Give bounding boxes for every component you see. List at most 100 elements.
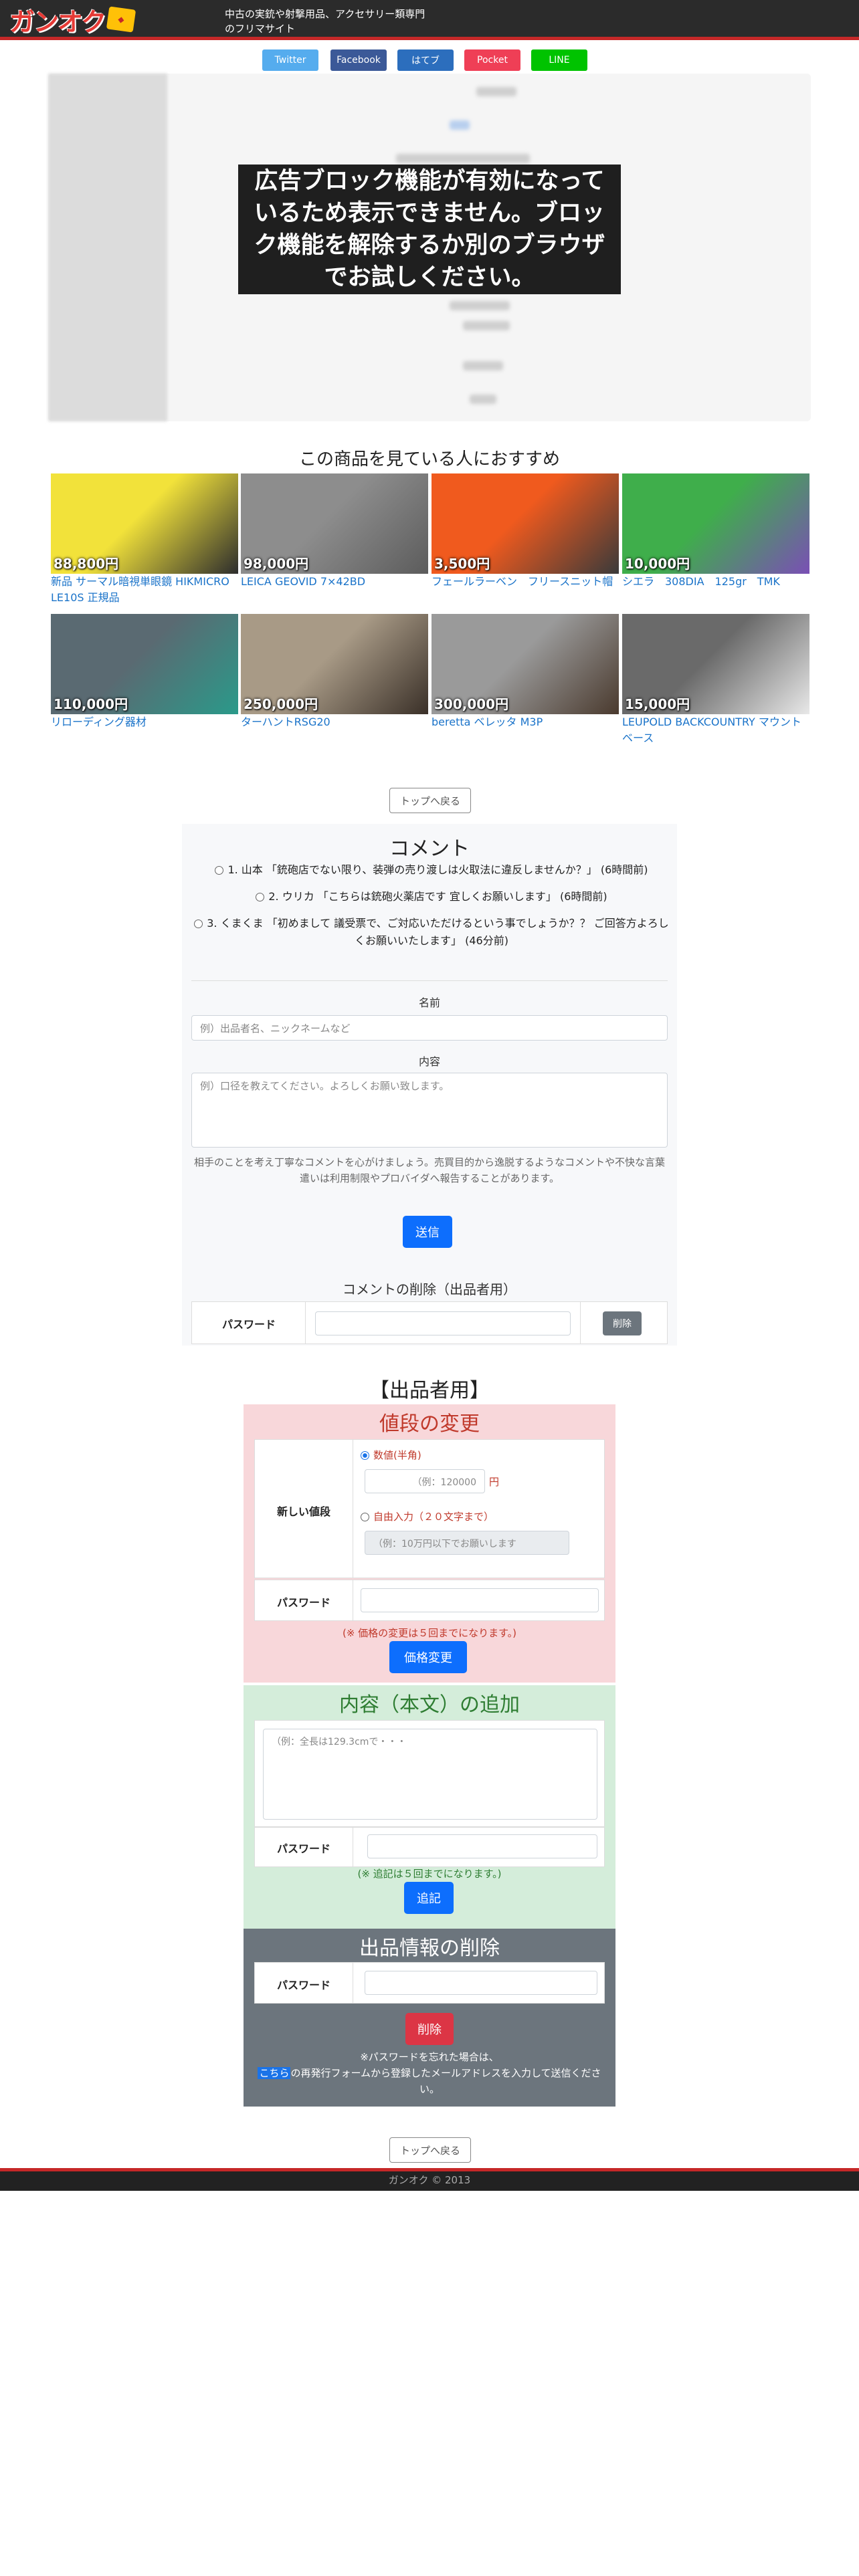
recommend-item[interactable]: 110,000円リローディング器材	[51, 614, 238, 730]
radio-icon[interactable]	[256, 893, 265, 901]
logo-text: ガンオク	[9, 7, 106, 37]
recommend-name-link[interactable]: フェールラーベン フリースニット帽	[432, 574, 619, 590]
recommend-price: 110,000円	[54, 696, 128, 712]
recommend-name-link[interactable]: 新品 サーマル暗視単眼鏡 HIKMICRO LE10S 正規品	[51, 574, 238, 606]
recommend-image[interactable]: 88,800円	[51, 473, 238, 574]
share-button-3[interactable]: Pocket	[464, 49, 520, 71]
comment-password-input[interactable]	[315, 1311, 571, 1335]
recommend-image[interactable]: 98,000円	[241, 473, 428, 574]
append-textarea[interactable]: （例：全長は129.3cmで・・・	[263, 1729, 597, 1820]
adblock-notice: 広告ブロック機能が有効になっているため表示できません。ブロック機能を解除するか別…	[238, 165, 621, 294]
free-price-input[interactable]: （例：10万円以下でお願いします	[365, 1531, 569, 1555]
share-button-0[interactable]: Twitter	[262, 49, 318, 71]
password-label: パスワード	[276, 1842, 330, 1855]
back-to-top-button[interactable]: トップへ戻る	[389, 788, 471, 813]
detail-value	[463, 321, 510, 330]
recommend-image[interactable]: 300,000円	[432, 614, 619, 714]
site-logo[interactable]: ガンオク ◆	[9, 4, 136, 37]
recommend-price: 88,800円	[54, 556, 119, 572]
share-button-1[interactable]: Facebook	[330, 49, 387, 71]
radio-icon[interactable]	[361, 1513, 369, 1521]
site-tagline: 中古の実銃や射撃用品、アクセサリー類専門のフリマサイト	[225, 8, 425, 35]
delete-listing-button[interactable]: 削除	[405, 2013, 454, 2045]
recommend-title: この商品を見ている人におすすめ	[298, 449, 560, 469]
recommend-image[interactable]: 10,000円	[622, 473, 809, 574]
content-label: 内容	[418, 1055, 440, 1068]
detail-value	[470, 395, 496, 404]
comment-title: コメント	[389, 837, 470, 861]
recommend-item[interactable]: 3,500円 フェールラーベン フリースニット帽	[432, 473, 619, 590]
delete-comment-button[interactable]: 削除	[603, 1311, 642, 1335]
recommend-name-link[interactable]: LEUPOLD BACKCOUNTRY マウントベース	[622, 714, 809, 746]
recommend-image[interactable]: 15,000円	[622, 614, 809, 714]
divider	[191, 980, 668, 981]
price-change-panel: 値段の変更 新しい値段 数値(半角) （例：120000 円 自由入力（２０文字…	[244, 1404, 615, 1683]
detail-value	[450, 120, 470, 130]
password-label: パスワード	[276, 1979, 330, 1992]
share-button-2[interactable]: はてブ	[397, 49, 454, 71]
recommend-name-link[interactable]: LEICA GEOVID 7×42BD	[241, 574, 428, 590]
append-panel: 内容（本文）の追加 （例：全長は129.3cmで・・・ パスワード (※ 追記は…	[244, 1685, 615, 1929]
seller-title: 【出品者用】	[369, 1379, 490, 1402]
append-password-input[interactable]	[367, 1834, 597, 1858]
price-change-button[interactable]: 価格変更	[389, 1641, 467, 1673]
recommend-name-link[interactable]: リローディング器材	[51, 714, 238, 730]
recommend-name-link[interactable]: ターハントRSG20	[241, 714, 428, 730]
password-label: パスワード	[221, 1318, 276, 1331]
name-label: 名前	[418, 996, 440, 1009]
yen-unit: 円	[489, 1476, 500, 1488]
recommend-image[interactable]: 110,000円	[51, 614, 238, 714]
comment-note: 相手のことを考え丁寧なコメントを心がけましょう。売買目的から逸脱するようなコメン…	[193, 1156, 666, 1184]
name-input[interactable]: 例）出品者名、ニックネームなど	[191, 1015, 668, 1041]
radio-icon[interactable]	[215, 866, 224, 875]
delete-comment-title: コメントの削除（出品者用）	[343, 1281, 516, 1297]
append-title: 内容（本文）の追加	[339, 1693, 520, 1717]
recommend-item[interactable]: 10,000円シエラ 308DIA 125gr TMK	[622, 473, 809, 590]
recommend-image[interactable]: 3,500円	[432, 473, 619, 574]
share-button-4[interactable]: LINE	[531, 49, 587, 71]
recommend-name-link[interactable]: シエラ 308DIA 125gr TMK	[622, 574, 809, 590]
radio-selected-icon[interactable]	[361, 1451, 369, 1460]
recommend-item[interactable]: 250,000円ターハントRSG20	[241, 614, 428, 730]
submit-comment-button[interactable]: 送信	[403, 1216, 452, 1248]
comment-item[interactable]: 3. くまくま 「初めまして 議受票で、ご対応いただけるという事でしょうか？？ …	[194, 915, 669, 950]
reissue-link[interactable]: こちら	[258, 2067, 291, 2079]
numeric-price-input[interactable]: （例：120000	[365, 1469, 485, 1493]
recommend-price: 15,000円	[625, 696, 690, 712]
delete-password-input[interactable]	[365, 1971, 597, 1995]
recommend-name-link[interactable]: beretta ベレッタ M3P	[432, 714, 619, 730]
price-change-note: (※ 価格の変更は５回までになります。)	[342, 1627, 517, 1639]
recommend-price: 10,000円	[625, 556, 690, 572]
delete-listing-note: ※パスワードを忘れた場合は、 こちら の再発行フォームから登録したメールアドレスを…	[258, 2051, 601, 2095]
numeric-option[interactable]: 数値(半角)	[361, 1448, 421, 1462]
recommend-item[interactable]: 98,000円 LEICA GEOVID 7×42BD	[241, 473, 428, 590]
site-header: ガンオク ◆ 中古の実銃や射撃用品、アクセサリー類専門のフリマサイト	[0, 0, 859, 40]
recommend-image[interactable]: 250,000円	[241, 614, 428, 714]
detail-value	[476, 87, 516, 96]
price-password-input[interactable]	[361, 1588, 599, 1612]
recommend-item[interactable]: 15,000円 LEUPOLD BACKCOUNTRY マウントベース	[622, 614, 809, 746]
delete-comment-form: パスワード 削除	[191, 1301, 668, 1344]
recommend-price: 300,000円	[434, 696, 509, 712]
price-change-title: 値段の変更	[379, 1412, 480, 1436]
delete-listing-title: 出品情報の削除	[359, 1937, 500, 1960]
recommend-price: 250,000円	[244, 696, 318, 712]
detail-value	[450, 301, 510, 310]
content-textarea[interactable]: 例）口径を教えてください。よろしくお願い致します。	[191, 1073, 668, 1148]
comment-item[interactable]: 1. 山本 「銃砲店でない限り、装弾の売り渡しは火取法に違反しませんか？」 (6…	[194, 861, 669, 879]
password-label: パスワード	[276, 1596, 330, 1609]
delete-listing-panel: 出品情報の削除 パスワード 削除 ※パスワードを忘れた場合は、 こちら の再発行フ…	[244, 1929, 615, 2107]
site-footer: ガンオク © 2013	[0, 2168, 859, 2191]
logo-badge-icon: ◆	[106, 6, 136, 33]
recommend-item[interactable]: 88,800円新品 サーマル暗視単眼鏡 HIKMICRO LE10S 正規品	[51, 473, 238, 606]
new-price-label: 新しい値段	[276, 1505, 330, 1518]
comment-item[interactable]: 2. ウリカ 「こちらは銃砲火薬店です 宜しくお願いします」 (6時間前)	[194, 888, 669, 905]
recommend-item[interactable]: 300,000円 beretta ベレッタ M3P	[432, 614, 619, 730]
append-button[interactable]: 追記	[404, 1882, 454, 1914]
free-input-option[interactable]: 自由入力（２０文字まで）	[361, 1509, 494, 1523]
detail-value	[463, 361, 503, 370]
radio-icon[interactable]	[194, 920, 203, 928]
append-note: (※ 追記は５回までになります。)	[357, 1868, 502, 1880]
recommend-price: 98,000円	[244, 556, 309, 572]
back-to-top-button[interactable]: トップへ戻る	[389, 2137, 471, 2163]
